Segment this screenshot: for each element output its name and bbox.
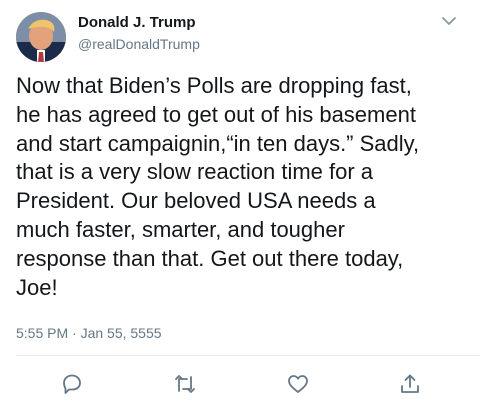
tweet-text-line: much faster, smarter, and tougher: [16, 216, 345, 242]
tweet-text-line: that is a very slow reaction time for a: [16, 159, 374, 185]
divider: [16, 355, 480, 356]
tweet-timestamp[interactable]: 5:55 PM · Jan 55, 5555: [16, 325, 162, 341]
tweet-text-line: Joe!: [16, 274, 58, 300]
chevron-down-icon[interactable]: [440, 14, 458, 28]
reply-icon[interactable]: [60, 372, 84, 396]
tweet-card: Donald J. Trump @realDonaldTrump Now tha…: [0, 0, 480, 410]
tweet-text: Now that Biden’s Polls are dropping fast…: [16, 72, 468, 302]
heart-icon[interactable]: [286, 372, 310, 396]
author-avatar[interactable]: [16, 12, 66, 62]
action-bar: [0, 372, 480, 398]
profile-photo-icon: [16, 12, 66, 62]
retweet-icon[interactable]: [173, 372, 197, 396]
tweet-text-line: Now that Biden’s Polls are dropping fast…: [16, 73, 412, 98]
tweet-text-line: President. Our beloved USA needs a: [16, 188, 376, 214]
author-handle[interactable]: @realDonaldTrump: [78, 36, 200, 52]
share-icon[interactable]: [398, 372, 422, 396]
tweet-text-line: he has agreed to get out of his basement: [16, 101, 416, 127]
author-name[interactable]: Donald J. Trump: [78, 14, 196, 31]
tweet-text-line: response than that. Get out there today,: [16, 245, 404, 271]
tweet-text-line: and start campaignin,“in ten days.” Sadl…: [16, 130, 420, 156]
